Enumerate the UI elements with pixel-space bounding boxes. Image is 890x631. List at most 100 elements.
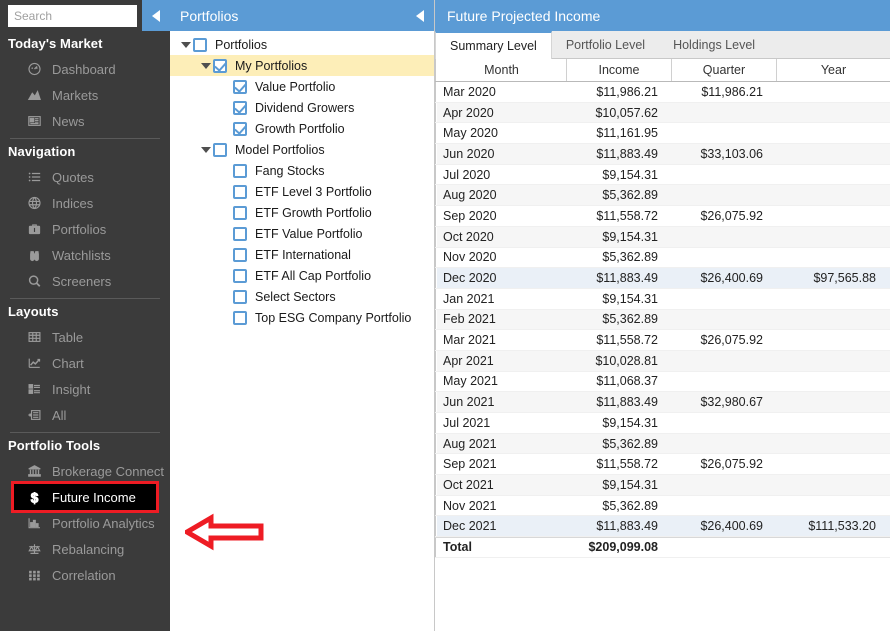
table-row[interactable]: Aug 2020 $5,362.89 [435,185,890,207]
tree-node-checkbox[interactable] [233,226,247,241]
sidebar-item-brokerage-connect[interactable]: Brokerage Connect [0,458,170,484]
tree-node-checkbox[interactable] [233,163,247,178]
tree-node[interactable]: Value Portfolio [170,76,434,97]
tree-node-checkbox[interactable] [213,58,227,73]
chevron-down-icon[interactable] [198,62,213,69]
sidebar-item-future-income[interactable]: $ Future Income [11,481,159,513]
table-row[interactable]: Feb 2021 $5,362.89 [435,309,890,331]
tree-node[interactable]: ETF Growth Portfolio [170,202,434,223]
tree-node-checkbox[interactable] [233,121,247,136]
tree-node[interactable]: Top ESG Company Portfolio [170,307,434,328]
tree-node-checkbox[interactable] [233,289,247,304]
table-row[interactable]: Jun 2020 $11,883.49 $33,103.06 [435,144,890,165]
tree-node-checkbox[interactable] [233,310,247,325]
cell-quarter: $26,400.69 [700,271,763,286]
sidebar-item-chart[interactable]: Chart [0,350,170,376]
sidebar-item-label: Brokerage Connect [52,463,165,479]
sidebar-item-screeners[interactable]: Screeners [0,268,170,294]
sidebar-item-insight[interactable]: Insight [0,376,170,402]
sidebar-item-news[interactable]: News [0,108,170,134]
column-header-income[interactable]: Income [567,59,672,81]
tree-node[interactable]: Growth Portfolio [170,118,434,139]
sidebar-item-markets[interactable]: Markets [0,82,170,108]
cell-total-quarter [672,538,777,557]
column-header-month[interactable]: Month [437,59,567,81]
cell-quarter [672,103,777,123]
tree-node[interactable]: My Portfolios [170,55,434,76]
portfolios-tree-panel: Portfolios Portfolios My Portfolios Value … [170,0,435,631]
table-row[interactable]: May 2021 $11,068.37 [435,371,890,393]
tree-node-checkbox[interactable] [233,184,247,199]
table-row[interactable]: Jul 2021 $9,154.31 [435,413,890,434]
table-row[interactable]: Oct 2021 $9,154.31 [435,475,890,496]
sidebar-item-portfolios[interactable]: Portfolios [0,216,170,242]
tree-node[interactable]: Dividend Growers [170,97,434,118]
tree-node-checkbox[interactable] [233,268,247,283]
table-row[interactable]: Nov 2020 $5,362.89 [435,247,890,269]
table-row[interactable]: Sep 2020 $11,558.72 $26,075.92 [435,206,890,227]
main-content: Future Projected Income Summary Level Por… [435,0,890,631]
table-row[interactable]: Dec 2021 $11,883.49 $26,400.69 $111,533.20 [435,516,890,538]
sidebar-item-indices[interactable]: Indices [0,190,170,216]
sidebar-item-all[interactable]: All [0,402,170,428]
cell-month: Sep 2021 [443,457,497,472]
tree-node-checkbox[interactable] [213,142,227,157]
sidebar-collapse-button[interactable] [142,0,170,31]
sidebar-item-portfolio-analytics[interactable]: Portfolio Analytics [0,510,170,536]
column-header-year[interactable]: Year [777,59,890,81]
tree-node-checkbox[interactable] [233,79,247,94]
tree-node[interactable]: ETF All Cap Portfolio [170,265,434,286]
tree-node-checkbox[interactable] [233,247,247,262]
sidebar-item-label: Rebalancing [52,541,125,557]
table-row[interactable]: Dec 2020 $11,883.49 $26,400.69 $97,565.88 [435,268,890,289]
tab-summary-level[interactable]: Summary Level [435,31,552,59]
matrix-grid-icon [26,568,43,583]
tree-panel-collapse-button[interactable] [416,9,424,22]
table-row[interactable]: Mar 2020 $11,986.21 $11,986.21 [435,82,890,103]
cell-year [777,372,890,392]
cell-year [777,123,890,143]
tree-node-label: ETF Value Portfolio [255,226,363,241]
sidebar-item-table[interactable]: Table [0,324,170,350]
search-input[interactable] [8,4,137,27]
tab-portfolio-level[interactable]: Portfolio Level [551,31,660,58]
tree-node[interactable]: ETF International [170,244,434,265]
table-row[interactable]: Apr 2020 $10,057.62 [435,102,890,124]
sidebar-item-rebalancing[interactable]: Rebalancing [0,536,170,562]
sidebar-item-correlation[interactable]: Correlation [0,562,170,588]
table-row[interactable]: Jul 2020 $9,154.31 [435,164,890,186]
table-row[interactable]: Oct 2020 $9,154.31 [435,226,890,248]
table-row[interactable]: Jun 2021 $11,883.49 $32,980.67 [435,392,890,413]
cell-income: $5,362.89 [602,250,658,265]
cell-month: Jul 2020 [443,167,491,182]
tree-node-checkbox[interactable] [193,37,207,52]
tree-node-checkbox[interactable] [233,100,247,115]
cell-month: Jul 2021 [443,415,491,430]
chevron-down-icon[interactable] [198,146,213,153]
tree-node[interactable]: Model Portfolios [170,139,434,160]
cell-income: $11,883.49 [596,146,658,161]
cell-year: $111,533.20 [808,519,876,534]
table-row[interactable]: May 2020 $11,161.95 [435,123,890,145]
sidebar-item-dashboard[interactable]: Dashboard [0,56,170,82]
column-header-quarter[interactable]: Quarter [672,59,777,81]
table-row[interactable]: Mar 2021 $11,558.72 $26,075.92 [435,330,890,351]
table-row[interactable]: Jan 2021 $9,154.31 [435,288,890,310]
tree-node[interactable]: Portfolios [170,34,434,55]
tree-node[interactable]: Fang Stocks [170,160,434,181]
tree-node[interactable]: ETF Value Portfolio [170,223,434,244]
chevron-down-icon[interactable] [178,41,193,48]
sidebar-item-watchlists[interactable]: Watchlists [0,242,170,268]
tab-holdings-level[interactable]: Holdings Level [659,31,770,58]
sidebar-item-quotes[interactable]: Quotes [0,164,170,190]
table-row[interactable]: Aug 2021 $5,362.89 [435,433,890,455]
table-row[interactable]: Sep 2021 $11,558.72 $26,075.92 [435,454,890,476]
table-row[interactable]: Nov 2021 $5,362.89 [435,495,890,517]
cell-income: $11,558.72 [596,333,658,348]
table-row[interactable]: Apr 2021 $10,028.81 [435,350,890,372]
tree-node[interactable]: ETF Level 3 Portfolio [170,181,434,202]
cell-year [777,206,890,226]
tree-node[interactable]: Select Sectors [170,286,434,307]
sidebar-section-title: Portfolio Tools [8,438,101,453]
tree-node-checkbox[interactable] [233,205,247,220]
